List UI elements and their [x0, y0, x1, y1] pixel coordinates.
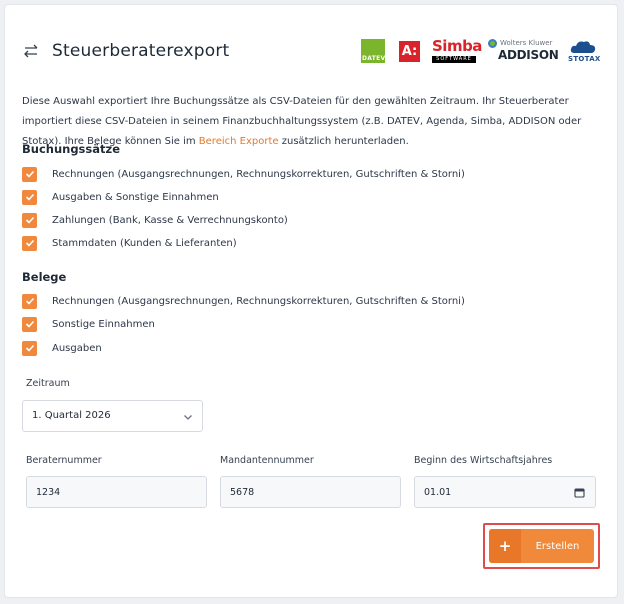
checkmark-icon	[25, 239, 34, 247]
checkbox-label: Rechnungen (Ausgangsrechnungen, Rechnung…	[52, 295, 465, 307]
chevron-down-icon	[184, 415, 192, 420]
checkbox[interactable]	[22, 189, 37, 205]
zeitraum-label: Zeitraum	[26, 378, 70, 389]
mandantennummer-value: 5678	[230, 487, 255, 498]
software-logos: DATEV A: Simba SOFTWARE Wolters Kluwer A…	[361, 36, 600, 66]
zeitraum-select[interactable]: 1. Quartal 2026	[22, 400, 203, 432]
checkbox-row-belege-ausgaben[interactable]: Ausgaben	[22, 340, 102, 356]
plus-icon: +	[489, 529, 521, 563]
beraternummer-field[interactable]: 1234	[26, 476, 207, 508]
wirtschaftsjahr-date-field[interactable]: 01.01	[414, 476, 596, 508]
checkmark-icon	[25, 344, 34, 352]
checkbox[interactable]	[22, 235, 37, 251]
wirtschaftsjahr-value: 01.01	[424, 487, 452, 498]
checkbox[interactable]	[22, 212, 37, 228]
mandantennummer-label: Mandantennummer	[220, 455, 314, 466]
checkbox[interactable]	[22, 166, 37, 182]
checkbox-row-ausgaben-sonstige[interactable]: Ausgaben & Sonstige Einnahmen	[22, 189, 219, 205]
beraternummer-label: Beraternummer	[26, 455, 102, 466]
checkbox-row-rechnungen[interactable]: Rechnungen (Ausgangsrechnungen, Rechnung…	[22, 166, 465, 182]
checkbox-label: Sonstige Einnahmen	[52, 318, 155, 330]
checkbox-label: Ausgaben	[52, 342, 102, 354]
checkmark-icon	[25, 170, 34, 178]
beraternummer-value: 1234	[36, 487, 61, 498]
stotax-logo: STOTAX	[566, 37, 600, 65]
simba-logo: Simba SOFTWARE	[432, 37, 482, 63]
addison-logo: Wolters Kluwer ADDISON	[486, 37, 559, 65]
agenda-logo: A:	[399, 40, 420, 62]
bereich-exporte-link[interactable]: Bereich Exporte	[199, 136, 279, 147]
checkmark-icon	[25, 216, 34, 224]
swap-arrows-icon	[24, 44, 38, 58]
checkbox[interactable]	[22, 293, 37, 309]
create-button-highlight: + Erstellen	[483, 523, 600, 569]
create-button[interactable]: + Erstellen	[489, 529, 594, 563]
checkmark-icon	[25, 297, 34, 305]
checkmark-icon	[25, 320, 34, 328]
wirtschaftsjahr-label: Beginn des Wirtschaftsjahres	[414, 455, 553, 466]
checkbox[interactable]	[22, 340, 37, 356]
header: Steuerberaterexport DATEV A: Simba SOFTW…	[22, 37, 600, 66]
checkbox-row-stammdaten[interactable]: Stammdaten (Kunden & Lieferanten)	[22, 235, 237, 251]
datev-logo: DATEV	[361, 39, 385, 63]
zeitraum-value: 1. Quartal 2026	[32, 410, 111, 421]
checkbox-label: Rechnungen (Ausgangsrechnungen, Rechnung…	[52, 168, 465, 180]
section-title-belege: Belege	[22, 270, 67, 284]
checkmark-icon	[25, 193, 34, 201]
page-title: Steuerberaterexport	[52, 41, 230, 61]
checkbox-row-zahlungen[interactable]: Zahlungen (Bank, Kasse & Verrechnungskon…	[22, 212, 288, 228]
checkbox-row-belege-rechnungen[interactable]: Rechnungen (Ausgangsrechnungen, Rechnung…	[22, 293, 465, 309]
section-title-buchungssaetze: Buchungssätze	[22, 142, 121, 156]
checkbox-row-belege-sonstige[interactable]: Sonstige Einnahmen	[22, 316, 155, 332]
checkbox-label: Zahlungen (Bank, Kasse & Verrechnungskon…	[52, 214, 288, 226]
checkbox[interactable]	[22, 316, 37, 332]
mandantennummer-field[interactable]: 5678	[220, 476, 401, 508]
calendar-icon[interactable]	[574, 487, 585, 498]
create-button-label: Erstellen	[535, 540, 580, 552]
checkbox-label: Stammdaten (Kunden & Lieferanten)	[52, 237, 237, 249]
checkbox-label: Ausgaben & Sonstige Einnahmen	[52, 191, 219, 203]
